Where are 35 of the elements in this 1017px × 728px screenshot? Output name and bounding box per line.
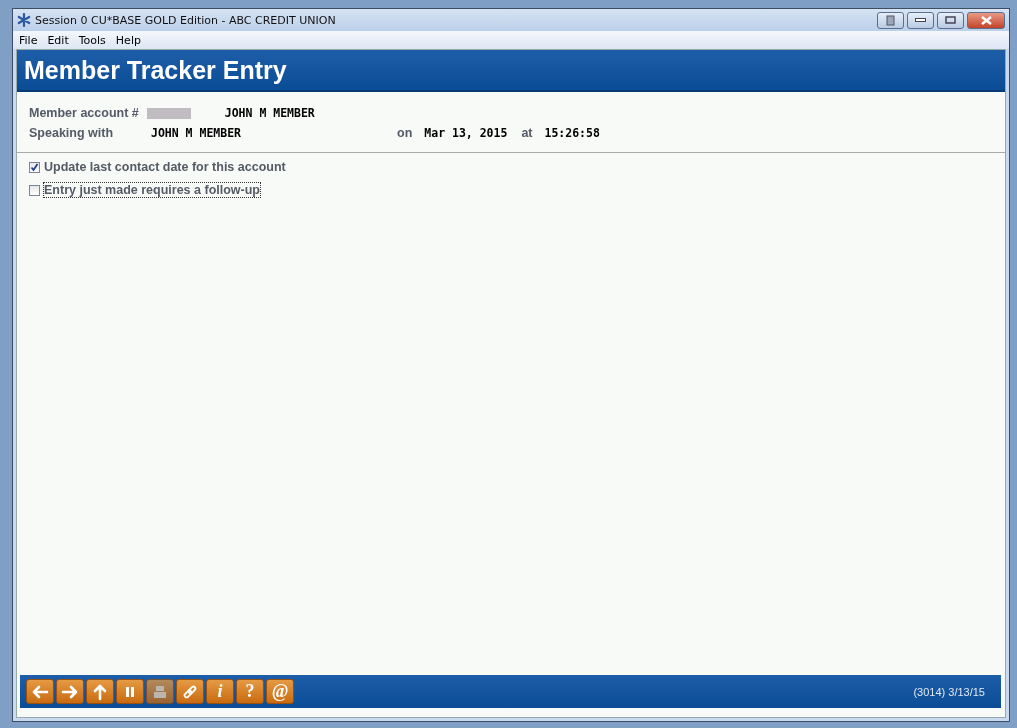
minimize-button[interactable] xyxy=(907,11,934,29)
field-label: Speaking with xyxy=(29,126,115,140)
field-label: on xyxy=(397,126,413,140)
menu-item[interactable]: Help xyxy=(115,33,141,47)
minimize-icon xyxy=(915,18,926,22)
window-title: Session 0 CU*BASE GOLD Edition - ABC CREDIT UNION xyxy=(35,13,336,27)
checkbox-label[interactable]: Update last contact date for this account xyxy=(43,159,287,175)
member-name: JOHN M MEMBER xyxy=(151,126,242,140)
member-name: JOHN M MEMBER xyxy=(224,106,315,120)
field-label: at xyxy=(521,126,533,140)
status-text: (3014) 3/13/15 xyxy=(913,685,986,698)
field-label: Member account # xyxy=(29,106,139,120)
toolbar-button[interactable] xyxy=(86,679,114,704)
toolbar-button[interactable] xyxy=(176,679,204,704)
contact-time: 15:26:58 xyxy=(544,126,600,140)
restore-session-button[interactable] xyxy=(877,11,904,29)
menu-item[interactable]: Tools xyxy=(78,33,106,47)
redacted-account-number xyxy=(146,107,191,119)
toolbar-button[interactable] xyxy=(56,679,84,704)
checkbox-label[interactable]: Entry just made requires a follow-up xyxy=(43,182,261,198)
page-title: Member Tracker Entry xyxy=(24,55,287,85)
menu-item[interactable]: Edit xyxy=(47,33,69,47)
menu-item[interactable]: File xyxy=(19,33,38,47)
contact-date: Mar 13, 2015 xyxy=(424,126,508,140)
maximize-button[interactable] xyxy=(937,11,964,29)
maximize-icon xyxy=(945,16,956,24)
toolbar-button[interactable] xyxy=(26,679,54,704)
checkbox[interactable] xyxy=(29,161,40,173)
window-icon xyxy=(885,14,896,26)
toolbar-button[interactable] xyxy=(116,679,144,704)
checkbox[interactable] xyxy=(29,184,40,196)
close-button[interactable] xyxy=(967,11,1005,29)
up-arrow-icon xyxy=(91,682,109,701)
close-icon xyxy=(980,15,992,25)
asterisk-logo-icon xyxy=(17,13,31,27)
